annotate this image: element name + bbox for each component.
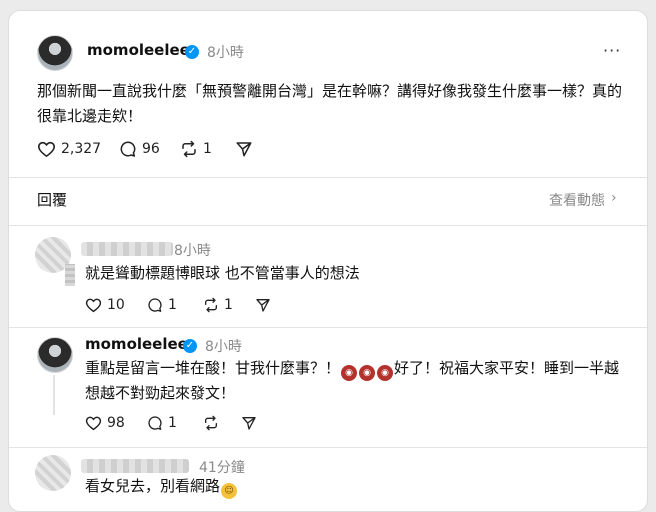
divider-top: [9, 177, 647, 178]
comment1-like-button[interactable]: 10: [85, 297, 125, 313]
comment2-text: 重點是留言一堆在酸！甘我什麼事？！ ◉ ◉ ◉ 好了！祝福大家平安！睡到一半越 想越不對…: [85, 356, 637, 406]
comment-icon: [120, 141, 136, 157]
comment2-text-part-b: 好了！祝福大家平安！睡到一半越: [394, 359, 620, 377]
comment1-repost-count: 1: [224, 297, 233, 313]
comment2-text-part-a: 重點是留言一堆在酸！甘我什麼事？！: [85, 359, 341, 377]
view-activity-label: 查看動態: [549, 193, 605, 209]
angry-emoji-icon: ◉: [377, 365, 394, 381]
like-count: 2,327: [61, 141, 102, 157]
share-icon: [242, 417, 256, 430]
thread-card: momoleelee ✓ 8小時 ··· 那個新聞一直說我什麼「無預警離開台灣」…: [8, 10, 648, 512]
comment1-text: 就是聳動標題博眼球 也不管當事人的想法: [85, 264, 360, 282]
comment2-repost-button[interactable]: [203, 415, 219, 431]
post-text-line-2: 很靠北邊走欸！: [37, 107, 143, 125]
verified-icon: ✓: [185, 45, 199, 59]
repost-button[interactable]: 1: [180, 140, 212, 158]
chevron-right-icon: ›: [611, 190, 617, 206]
comment-icon: [148, 416, 162, 430]
comment1-like-count: 10: [107, 297, 125, 313]
like-button[interactable]: 2,327: [37, 140, 101, 158]
comment1-repost-button[interactable]: 1: [203, 297, 233, 313]
comment2-time[interactable]: 8小時: [205, 336, 242, 356]
share-icon: [236, 142, 252, 157]
heart-icon: [85, 416, 102, 431]
laugh-emoji-icon: ☺: [221, 483, 238, 499]
comment2-comment-count: 1: [168, 415, 177, 431]
comment1-blur-mark: [65, 264, 75, 286]
post-username[interactable]: momoleelee: [87, 41, 190, 59]
comment1-username[interactable]: [81, 242, 173, 256]
comment1-time[interactable]: 8小時: [174, 240, 211, 260]
post-time[interactable]: 8小時: [207, 42, 244, 62]
comment2-username[interactable]: momoleelee: [85, 335, 188, 353]
comment2-like-button[interactable]: 98: [85, 415, 125, 431]
comment-icon: [148, 298, 162, 312]
divider-comment2: [9, 447, 647, 448]
post-avatar[interactable]: [37, 35, 73, 71]
comment2-text-line-1: 重點是留言一堆在酸！甘我什麼事？！ ◉ ◉ ◉ 好了！祝福大家平安！睡到一半越: [85, 356, 637, 381]
view-activity-link[interactable]: 查看動態 ›: [549, 190, 617, 210]
repost-count: 1: [203, 141, 212, 157]
comment2-avatar[interactable]: [37, 337, 73, 373]
post-text: 那個新聞一直說我什麼「無預警離開台灣」是在幹嘛？講得好像我發生什麼事一樣？真的 …: [37, 79, 637, 129]
comment3-username[interactable]: [81, 459, 189, 473]
comment2-share-button[interactable]: [241, 415, 257, 431]
thread-line: [53, 375, 55, 415]
repost-icon: [205, 297, 217, 313]
comment2-like-count: 98: [107, 415, 125, 431]
angry-emoji-icon: ◉: [359, 365, 376, 381]
share-button[interactable]: [235, 140, 253, 158]
share-icon: [256, 299, 270, 312]
comment1-share-button[interactable]: [255, 297, 271, 313]
repost-icon: [182, 140, 196, 158]
divider-comment1: [9, 327, 647, 328]
replies-tab[interactable]: 回覆: [37, 189, 67, 210]
comment-count: 96: [142, 141, 160, 157]
comment3-avatar[interactable]: [35, 455, 71, 491]
angry-emoji-icon: ◉: [341, 365, 358, 381]
heart-icon: [85, 298, 102, 313]
post-text-line-1: 那個新聞一直說我什麼「無預警離開台灣」是在幹嘛？講得好像我發生什麼事一樣？真的: [37, 82, 623, 100]
repost-icon: [205, 415, 217, 431]
verified-icon: ✓: [183, 339, 197, 353]
comment1-comment-count: 1: [168, 297, 177, 313]
comment-button[interactable]: 96: [119, 140, 160, 158]
divider-replies: [9, 225, 647, 226]
more-icon[interactable]: ···: [603, 41, 621, 60]
comment3-text-body: 看女兒去，別看網路: [85, 477, 221, 495]
comment2-text-line-2: 想越不對勁起來發文！: [85, 384, 236, 402]
heart-icon: [38, 141, 55, 158]
comment1-comment-button[interactable]: 1: [147, 297, 177, 313]
comment2-comment-button[interactable]: 1: [147, 415, 177, 431]
